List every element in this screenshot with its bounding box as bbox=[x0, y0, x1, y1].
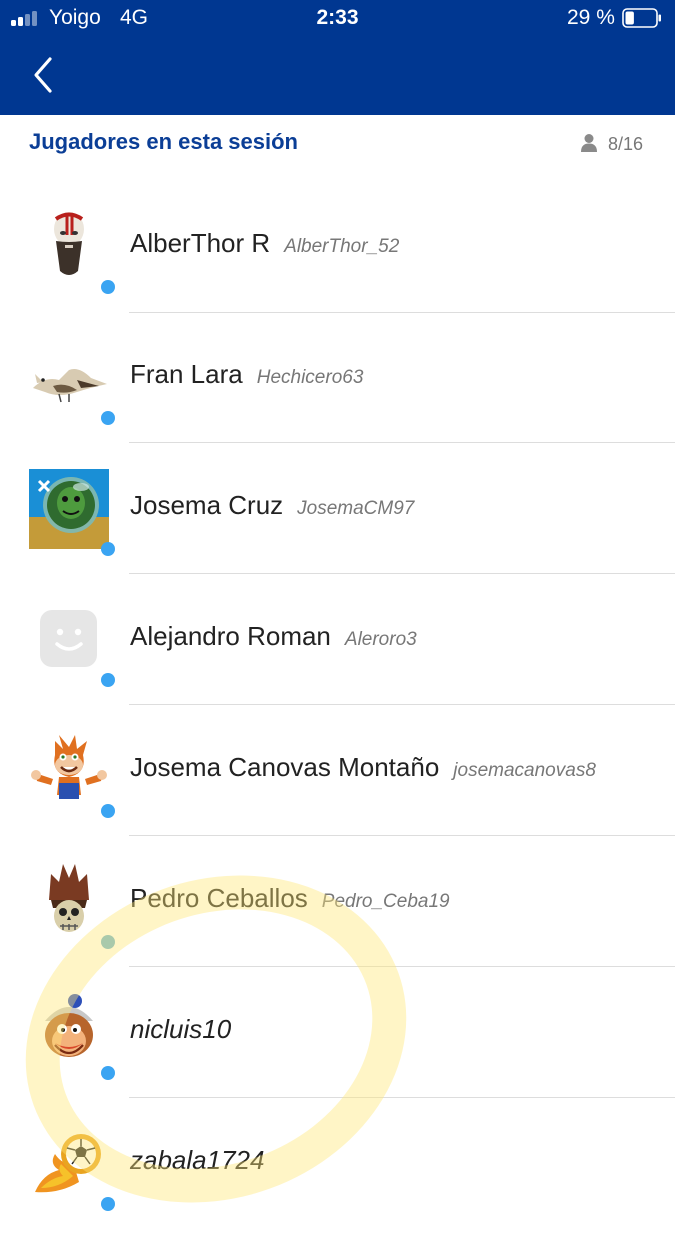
player-row[interactable]: nicluis10 bbox=[0, 966, 675, 1098]
online-status-dot bbox=[101, 1197, 115, 1211]
player-online-id: AlberThor_52 bbox=[284, 236, 400, 257]
player-count-text: 8/16 bbox=[608, 134, 644, 154]
player-name: Josema Canovas Montaño bbox=[130, 752, 440, 782]
bird-avatar bbox=[29, 336, 109, 416]
warrior-avatar bbox=[29, 205, 109, 285]
player-online-id: Aleroro3 bbox=[344, 629, 417, 650]
online-status-dot bbox=[101, 935, 115, 949]
player-name-line: nicluis10 bbox=[130, 1014, 231, 1045]
chevron-left-icon bbox=[34, 57, 52, 93]
player-name: Josema Cruz bbox=[130, 490, 284, 520]
battery-icon bbox=[622, 8, 661, 28]
player-name-line: Josema Canovas Montaño josemacanovas8 bbox=[130, 752, 596, 783]
player-name: Fran Lara bbox=[130, 359, 243, 389]
player-name: Pedro Ceballos bbox=[130, 883, 308, 913]
person-icon bbox=[581, 134, 597, 152]
player-online-id: Pedro_Ceba19 bbox=[321, 891, 450, 912]
player-row[interactable]: Fran Lara Hechicero63 bbox=[0, 311, 675, 443]
player-name-line: zabala1724 bbox=[130, 1145, 264, 1176]
status-bar: Yoigo 4G 2:33 29 % bbox=[0, 0, 675, 38]
online-status-dot bbox=[101, 804, 115, 818]
ape-helmet-avatar bbox=[29, 991, 109, 1071]
player-name-line: Alejandro Roman Aleroro3 bbox=[130, 621, 417, 652]
header-bar: Yoigo 4G 2:33 29 % bbox=[0, 0, 675, 115]
battery-percentage: 29 % bbox=[567, 6, 615, 29]
section-title: Jugadores en esta sesión bbox=[29, 129, 298, 154]
player-online-id: josemacanovas8 bbox=[453, 760, 596, 781]
player-row[interactable]: Alejandro Roman Aleroro3 bbox=[0, 573, 675, 705]
online-status-dot bbox=[101, 1066, 115, 1080]
player-name-line: Josema Cruz JosemaCM97 bbox=[130, 490, 414, 521]
online-status-dot bbox=[101, 542, 115, 556]
player-name-line: AlberThor R AlberThor_52 bbox=[130, 228, 399, 259]
player-name: AlberThor R bbox=[130, 228, 271, 258]
online-status-dot bbox=[101, 673, 115, 687]
player-row[interactable]: AlberThor R AlberThor_52 bbox=[0, 180, 675, 313]
player-name-line: Fran Lara Hechicero63 bbox=[130, 359, 363, 390]
player-online-id: JosemaCM97 bbox=[297, 498, 415, 519]
online-status-dot bbox=[101, 280, 115, 294]
online-status-dot bbox=[101, 411, 115, 425]
default-face-avatar bbox=[29, 598, 109, 678]
player-online-id: Hechicero63 bbox=[256, 367, 364, 388]
bandicoot-avatar bbox=[29, 729, 109, 809]
player-name: nicluis10 bbox=[130, 1014, 232, 1044]
player-name: Alejandro Roman bbox=[130, 621, 331, 651]
player-row[interactable]: Josema Cruz JosemaCM97 bbox=[0, 442, 675, 574]
player-name: zabala1724 bbox=[130, 1145, 265, 1175]
alien-astronaut-avatar bbox=[29, 469, 109, 549]
player-row[interactable]: zabala1724 bbox=[0, 1097, 675, 1228]
skull-helmet-avatar bbox=[29, 860, 109, 940]
player-name-line: Pedro Ceballos Pedro_Ceba19 bbox=[130, 883, 450, 914]
back-button[interactable] bbox=[28, 55, 60, 95]
player-row[interactable]: Pedro Ceballos Pedro_Ceba19 bbox=[0, 835, 675, 967]
player-row[interactable]: Josema Canovas Montaño josemacanovas8 bbox=[0, 704, 675, 836]
flaming-football-avatar bbox=[29, 1122, 109, 1202]
